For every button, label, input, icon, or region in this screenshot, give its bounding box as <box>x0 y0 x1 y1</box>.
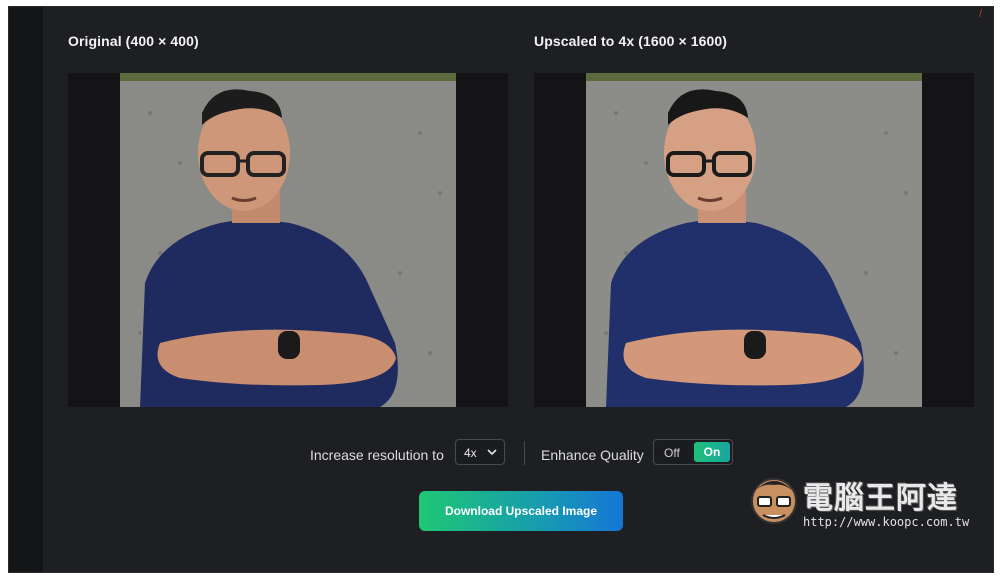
enhance-quality-label: Enhance Quality <box>541 447 644 463</box>
site-watermark: 電腦王阿達 http://www.koopc.com.tw <box>747 467 987 537</box>
watermark-url: http://www.koopc.com.tw <box>803 515 970 529</box>
resolution-label: Increase resolution to <box>310 447 444 463</box>
upscale-controls: Increase resolution to 4x Enhance Qualit… <box>43 439 993 469</box>
original-photo <box>120 73 456 407</box>
toggle-off-option[interactable]: Off <box>664 446 680 460</box>
download-upscaled-button[interactable]: Download Upscaled Image <box>419 491 623 531</box>
side-strip <box>9 7 43 572</box>
watermark-text: 電腦王阿達 <box>803 481 958 516</box>
mascot-logo <box>751 478 797 524</box>
upscaled-title: Upscaled to 4x (1600 × 1600) <box>534 33 728 49</box>
upscaled-photo <box>586 73 922 407</box>
toggle-on-option[interactable]: On <box>694 442 730 462</box>
chevron-down-icon <box>486 446 498 461</box>
upscaled-image-frame <box>534 73 974 407</box>
main-panel: / Original (400 × 400) Upscaled to 4x (1… <box>43 7 993 572</box>
controls-divider <box>524 441 525 465</box>
enhance-quality-toggle[interactable]: Off On <box>653 439 733 465</box>
resolution-value: 4x <box>464 446 477 460</box>
original-title: Original (400 × 400) <box>68 33 199 49</box>
resolution-select[interactable]: 4x <box>455 439 505 465</box>
original-image-frame <box>68 73 508 407</box>
upscaler-window: / Original (400 × 400) Upscaled to 4x (1… <box>8 6 994 573</box>
close-icon[interactable]: / <box>979 9 989 20</box>
